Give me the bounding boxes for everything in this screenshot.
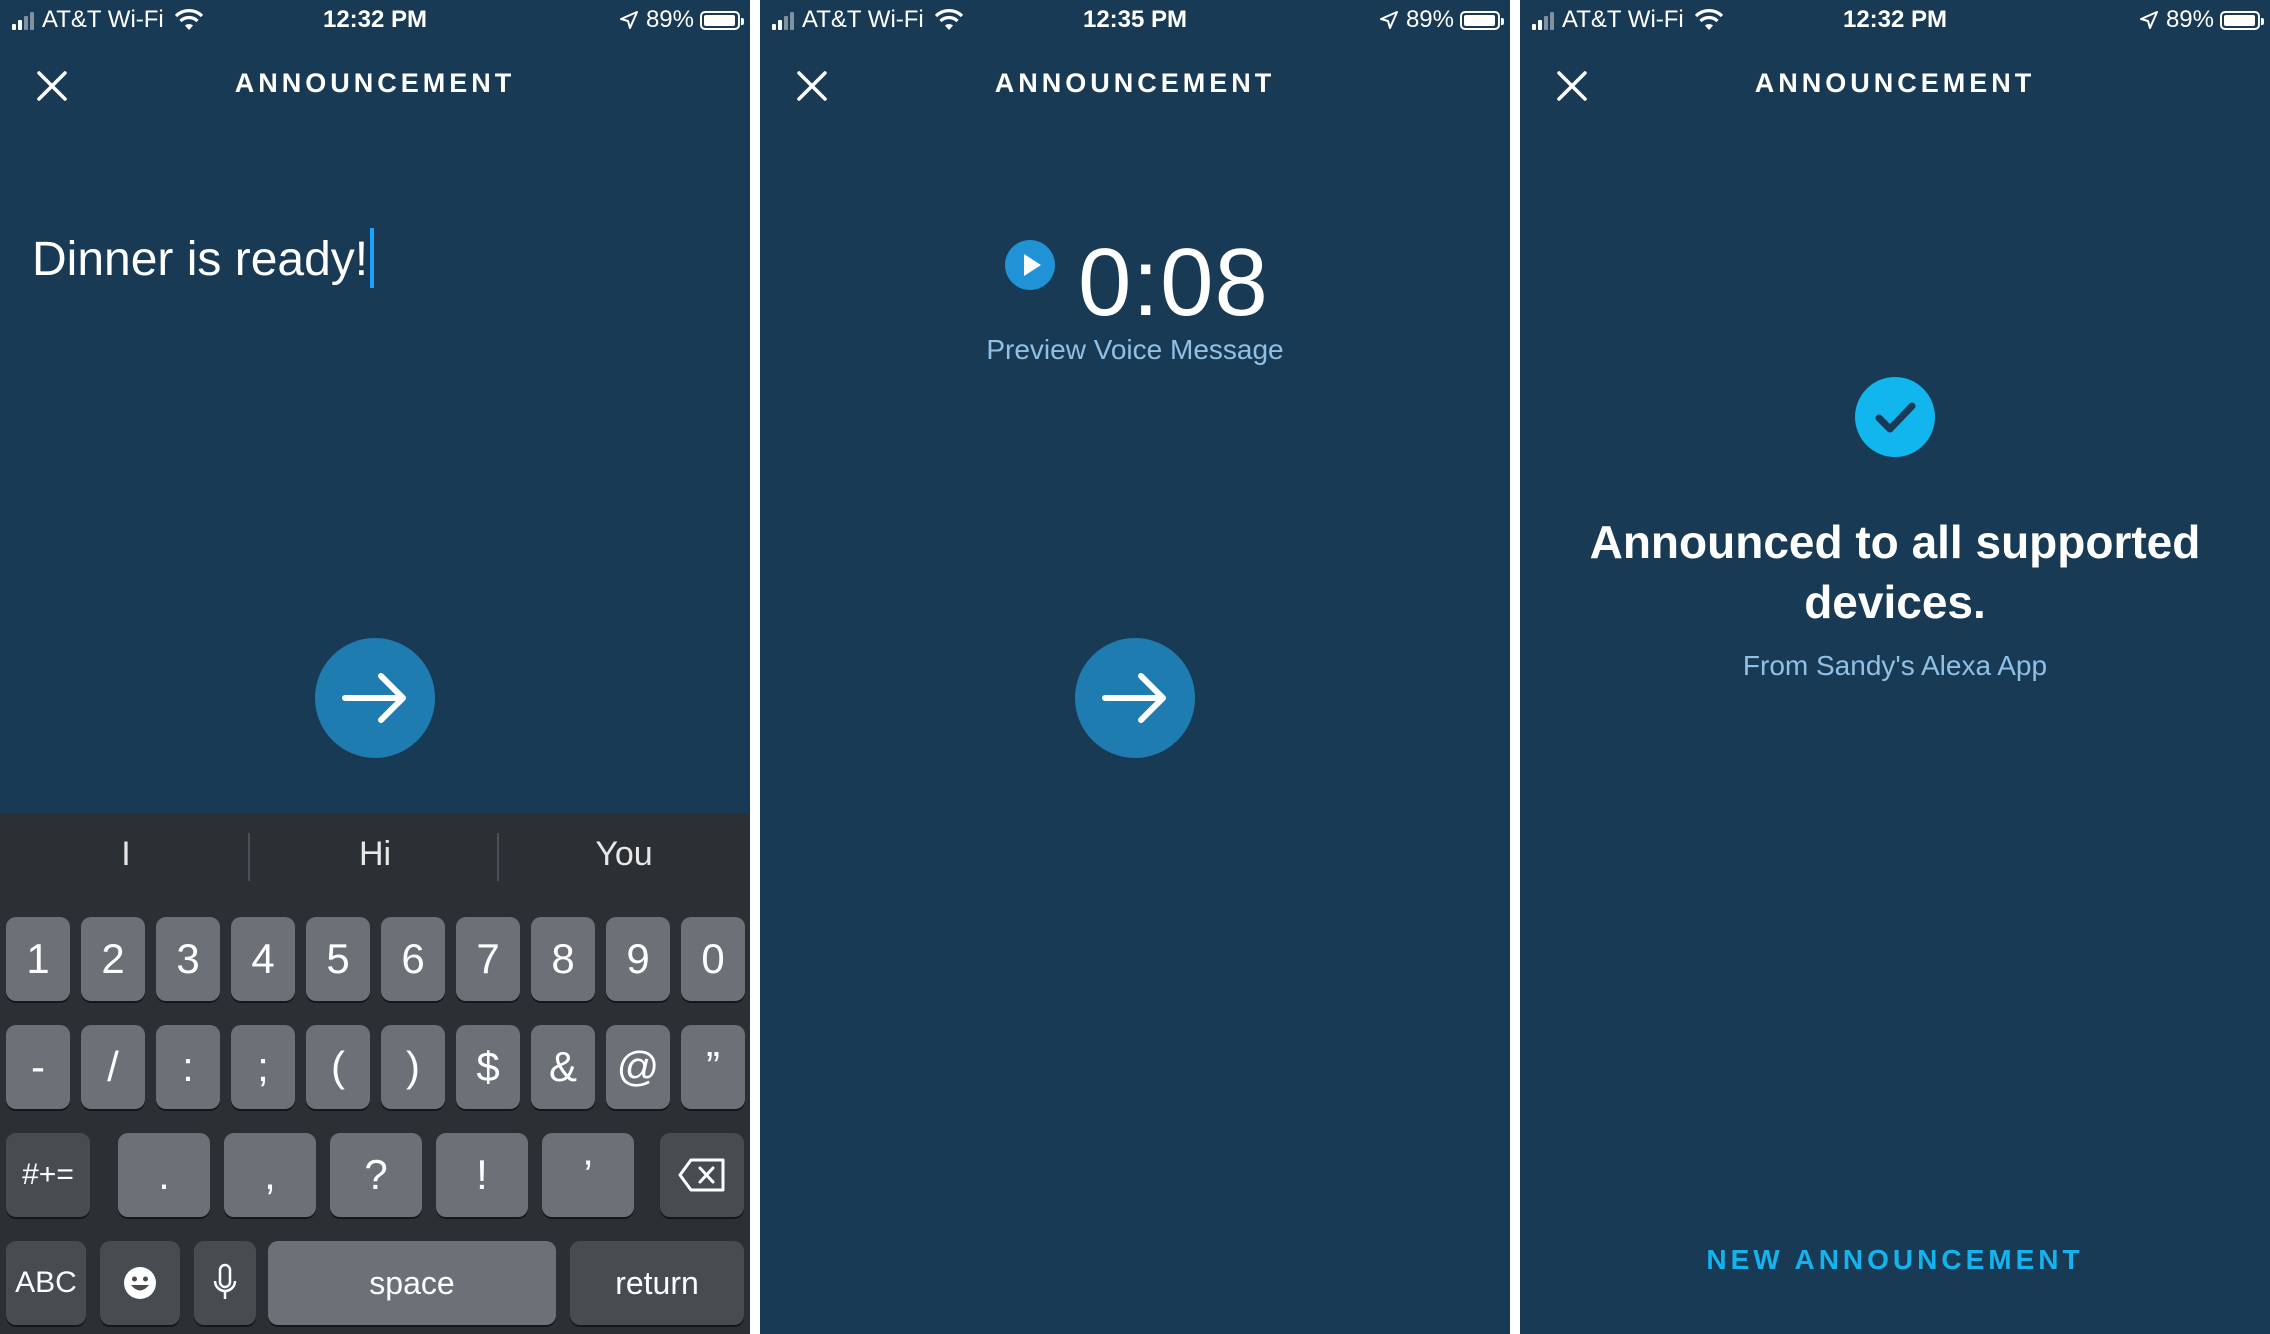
battery-icon: [2220, 10, 2264, 30]
play-icon: [1024, 254, 1041, 276]
key-quote[interactable]: ”: [681, 1025, 745, 1109]
message-text: Dinner is ready!: [32, 233, 369, 286]
space-key[interactable]: space: [268, 1241, 556, 1325]
page-title: ANNOUNCEMENT: [994, 68, 1276, 98]
send-button[interactable]: [315, 638, 435, 758]
key-slash[interactable]: /: [81, 1025, 145, 1109]
key-open-paren[interactable]: (: [306, 1025, 370, 1109]
location-arrow-icon: [1379, 11, 1398, 29]
confirmation-heading: Announced to all supported devices.: [1589, 516, 2201, 628]
announcement-compose-panel: AT&T Wi-Fi 12:32 PM 89% ANNOUNCEMENT Din…: [0, 0, 750, 1334]
battery-percent: 89%: [2165, 6, 2214, 33]
key-3[interactable]: 3: [156, 917, 220, 1001]
emoji-icon: [124, 1267, 156, 1299]
key-ampersand[interactable]: &: [531, 1025, 595, 1109]
battery-icon: [700, 10, 744, 30]
suggestion-divider: [497, 833, 499, 881]
key-period[interactable]: .: [118, 1133, 210, 1217]
suggestion-you[interactable]: You: [500, 835, 748, 874]
key-6[interactable]: 6: [381, 917, 445, 1001]
key-hyphen[interactable]: -: [6, 1025, 70, 1109]
voice-duration: 0:08: [1078, 229, 1269, 336]
page-title: ANNOUNCEMENT: [234, 68, 516, 98]
key-0[interactable]: 0: [681, 917, 745, 1001]
send-button[interactable]: [1075, 638, 1195, 758]
key-5[interactable]: 5: [306, 917, 370, 1001]
key-at[interactable]: @: [606, 1025, 670, 1109]
status-bar: AT&T Wi-Fi 12:35 PM 89%: [760, 0, 1510, 40]
suggestion-bar: I Hi You: [0, 813, 750, 899]
success-badge: [1855, 377, 1935, 457]
message-input[interactable]: Dinner is ready!: [32, 228, 375, 292]
play-button[interactable]: [1005, 240, 1055, 290]
new-announcement-button[interactable]: NEW ANNOUNCEMENT: [1520, 1244, 2270, 1276]
checkmark-icon: [1875, 402, 1916, 433]
text-caret: [370, 228, 375, 289]
announcement-voice-panel: AT&T Wi-Fi 12:35 PM 89% ANNOUNCEMENT 0:0…: [760, 0, 1510, 1334]
status-bar: AT&T Wi-Fi 12:32 PM 89%: [0, 0, 750, 40]
key-1[interactable]: 1: [6, 917, 70, 1001]
keyboard: I Hi You 1 2 3 4 5 6 7 8 9 0 - / : ; ( )…: [0, 813, 750, 1334]
arrow-right-icon: [342, 673, 406, 723]
key-symbols-toggle[interactable]: #+=: [6, 1133, 90, 1217]
key-close-paren[interactable]: ): [381, 1025, 445, 1109]
battery-percent: 89%: [645, 6, 694, 33]
key-semicolon[interactable]: ;: [231, 1025, 295, 1109]
return-key[interactable]: return: [570, 1241, 744, 1325]
key-dollar[interactable]: $: [456, 1025, 520, 1109]
status-bar: AT&T Wi-Fi 12:32 PM 89%: [1520, 0, 2270, 40]
page-title: ANNOUNCEMENT: [1754, 68, 2036, 98]
arrow-right-icon: [1102, 673, 1166, 723]
backspace-key[interactable]: [660, 1133, 744, 1217]
key-colon[interactable]: :: [156, 1025, 220, 1109]
preview-label[interactable]: Preview Voice Message: [760, 334, 1510, 366]
key-question[interactable]: ?: [330, 1133, 422, 1217]
key-7[interactable]: 7: [456, 917, 520, 1001]
key-abc[interactable]: ABC: [6, 1241, 86, 1325]
key-8[interactable]: 8: [531, 917, 595, 1001]
key-4[interactable]: 4: [231, 917, 295, 1001]
announcement-confirmation-panel: AT&T Wi-Fi 12:32 PM 89% ANNOUNCEMENT Ann…: [1520, 0, 2270, 1334]
key-9[interactable]: 9: [606, 917, 670, 1001]
emoji-key[interactable]: [100, 1241, 180, 1325]
key-2[interactable]: 2: [81, 917, 145, 1001]
key-apostrophe[interactable]: ’: [542, 1133, 634, 1217]
location-arrow-icon: [619, 11, 638, 29]
battery-percent: 89%: [1405, 6, 1454, 33]
sender-label: From Sandy's Alexa App: [1742, 650, 2048, 681]
suggestion-hi[interactable]: Hi: [251, 835, 499, 874]
key-comma[interactable]: ,: [224, 1133, 316, 1217]
backspace-icon: [678, 1158, 725, 1192]
location-arrow-icon: [2139, 11, 2158, 29]
microphone-icon: [213, 1263, 237, 1299]
key-exclamation[interactable]: !: [436, 1133, 528, 1217]
battery-icon: [1460, 10, 1504, 30]
suggestion-divider: [248, 833, 250, 881]
dictation-key[interactable]: [194, 1241, 256, 1325]
suggestion-i[interactable]: I: [2, 835, 250, 874]
